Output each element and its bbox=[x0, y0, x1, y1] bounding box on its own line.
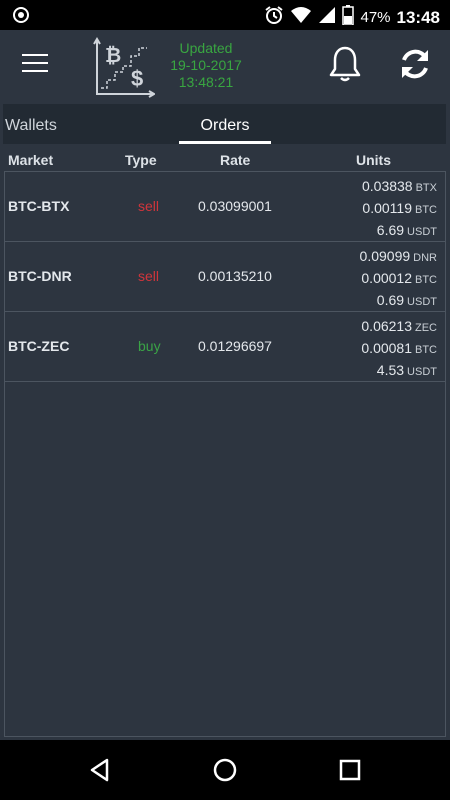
header-rate: Rate bbox=[220, 152, 251, 168]
refresh-icon bbox=[402, 49, 428, 79]
updated-time: 13:48:21 bbox=[178, 74, 234, 90]
unit-currency: USDT bbox=[407, 226, 437, 238]
orders-table: BTC-BTX sell 0.03099001 0.03838 BTX 0.001… bbox=[4, 171, 446, 737]
type-cell: sell bbox=[138, 268, 160, 284]
tab-indicator bbox=[179, 141, 271, 144]
unit-amount: 0.06213 bbox=[361, 318, 412, 334]
header-type: Type bbox=[125, 152, 157, 168]
type-cell: buy bbox=[138, 338, 161, 354]
market-cell: BTC-DNR bbox=[8, 268, 72, 284]
units-cell: 0.03838 BTX 0.00119 BTC 6.69 USDT bbox=[362, 176, 437, 242]
unit-currency: BTC bbox=[415, 274, 437, 286]
table-row[interactable]: BTC-BTX sell 0.03099001 0.03838 BTX 0.001… bbox=[5, 172, 445, 242]
back-triangle-icon bbox=[90, 758, 109, 782]
main-content: Wallets Orders Market Type Rate Units BT… bbox=[0, 102, 450, 740]
recents-square-icon bbox=[339, 759, 361, 781]
status-bar: 47% 13:48 bbox=[0, 0, 450, 30]
tab-bar: Wallets Orders bbox=[3, 104, 446, 144]
rate-cell: 0.03099001 bbox=[198, 198, 272, 214]
notifications-button[interactable] bbox=[328, 45, 362, 83]
table-header: Market Type Rate Units bbox=[0, 146, 450, 172]
unit-currency: BTC bbox=[415, 344, 437, 356]
system-nav-bar bbox=[0, 740, 450, 800]
header-units: Units bbox=[356, 152, 391, 168]
rate-cell: 0.00135210 bbox=[198, 268, 272, 284]
menu-button[interactable] bbox=[22, 54, 48, 76]
unit-currency: DNR bbox=[413, 252, 437, 264]
unit-amount: 0.09099 bbox=[359, 248, 411, 264]
signal-icon bbox=[318, 6, 336, 29]
back-button[interactable] bbox=[87, 757, 113, 783]
record-icon bbox=[12, 6, 30, 29]
rate-cell: 0.01296697 bbox=[198, 338, 272, 354]
wifi-icon bbox=[290, 6, 312, 29]
app-bar: ₿ $ Updated 19-10-2017 13:48:21 bbox=[0, 30, 450, 102]
units-cell: 0.09099 DNR 0.00012 BTC 0.69 USDT bbox=[360, 246, 437, 312]
unit-amount: 6.69 bbox=[376, 222, 405, 238]
alarm-icon bbox=[264, 5, 284, 30]
svg-text:₿: ₿ bbox=[105, 45, 121, 67]
updated-date: 19-10-2017 bbox=[170, 57, 242, 73]
tab-wallets[interactable]: Wallets bbox=[5, 104, 57, 144]
home-button[interactable] bbox=[212, 757, 238, 783]
units-cell: 0.06213 ZEC 0.00081 BTC 4.53 USDT bbox=[361, 316, 437, 382]
market-cell: BTC-ZEC bbox=[8, 338, 70, 354]
svg-text:$: $ bbox=[131, 66, 143, 91]
app-logo-icon: ₿ $ bbox=[93, 36, 156, 98]
market-cell: BTC-BTX bbox=[8, 198, 70, 214]
type-cell: sell bbox=[138, 198, 160, 214]
battery-percent: 47% bbox=[360, 9, 391, 26]
bell-icon bbox=[329, 46, 361, 82]
updated-label: Updated bbox=[179, 40, 233, 56]
refresh-button[interactable] bbox=[397, 46, 433, 82]
unit-currency: USDT bbox=[407, 296, 437, 308]
recents-button[interactable] bbox=[337, 757, 363, 783]
header-market: Market bbox=[8, 152, 54, 168]
clock-time: 13:48 bbox=[396, 7, 440, 27]
table-row[interactable]: BTC-DNR sell 0.00135210 0.09099 DNR 0.000… bbox=[5, 242, 445, 312]
unit-amount: 0.00081 bbox=[361, 340, 412, 356]
menu-icon bbox=[22, 54, 48, 56]
unit-currency: BTC bbox=[415, 204, 437, 216]
unit-amount: 4.53 bbox=[376, 362, 405, 378]
tab-orders[interactable]: Orders bbox=[179, 104, 271, 144]
unit-currency: BTX bbox=[415, 182, 437, 194]
unit-currency: ZEC bbox=[415, 322, 437, 334]
battery-icon bbox=[342, 5, 355, 30]
unit-amount: 0.69 bbox=[376, 292, 405, 308]
unit-amount: 0.03838 bbox=[361, 178, 413, 194]
home-circle-icon bbox=[213, 758, 237, 782]
unit-amount: 0.00119 bbox=[362, 200, 412, 216]
unit-amount: 0.00012 bbox=[361, 270, 412, 286]
table-row[interactable]: BTC-ZEC buy 0.01296697 0.06213 ZEC 0.0008… bbox=[5, 312, 445, 382]
unit-currency: USDT bbox=[407, 366, 437, 378]
last-updated: Updated 19-10-2017 13:48:21 bbox=[163, 40, 249, 91]
